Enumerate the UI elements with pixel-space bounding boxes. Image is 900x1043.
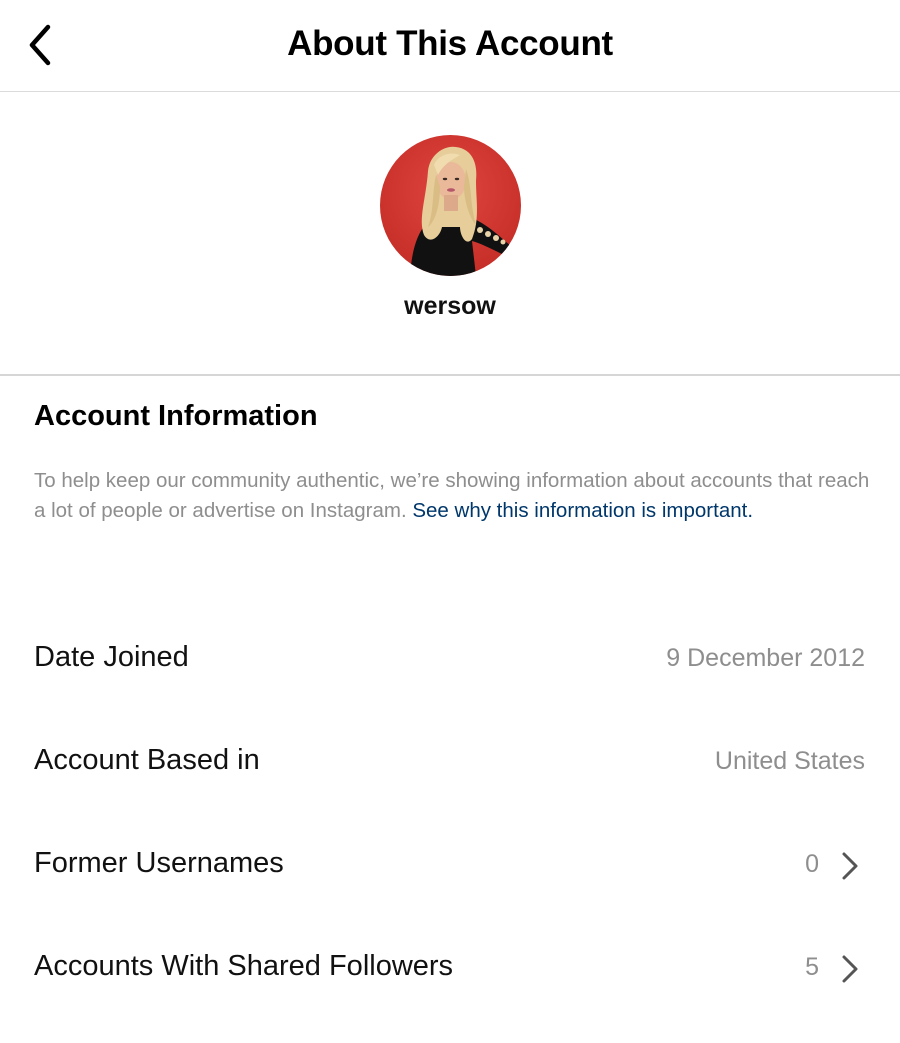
row-label: Account Based in	[34, 744, 260, 776]
row-label: Date Joined	[34, 641, 189, 673]
row-label: Accounts With Shared Followers	[34, 950, 454, 982]
chevron-right-icon	[840, 851, 860, 881]
date-joined-row: Date Joined 9 December 2012	[0, 629, 900, 689]
profile-username: wersow	[404, 292, 496, 320]
row-value: 9 December 2012	[666, 644, 865, 672]
section-title-account-information: Account Information	[34, 400, 318, 432]
account-information-description: To help keep our community authentic, we…	[34, 466, 874, 526]
accounts-with-shared-followers-row[interactable]: Accounts With Shared Followers 5	[0, 938, 900, 998]
profile-photo	[380, 135, 521, 276]
profile-section: wersow	[0, 92, 900, 376]
see-why-link[interactable]: See why this information is important.	[412, 499, 753, 522]
row-value: United States	[714, 747, 865, 775]
page-title: About This Account	[287, 24, 613, 63]
former-usernames-row[interactable]: Former Usernames 0	[0, 835, 900, 895]
row-value: 0	[805, 850, 819, 878]
chevron-right-icon	[840, 954, 860, 984]
avatar[interactable]	[380, 135, 521, 276]
top-navigation-bar: About This Account	[0, 0, 900, 92]
row-value: 5	[805, 953, 819, 981]
account-based-in-row: Account Based in United States	[0, 732, 900, 792]
row-label: Former Usernames	[34, 847, 284, 879]
